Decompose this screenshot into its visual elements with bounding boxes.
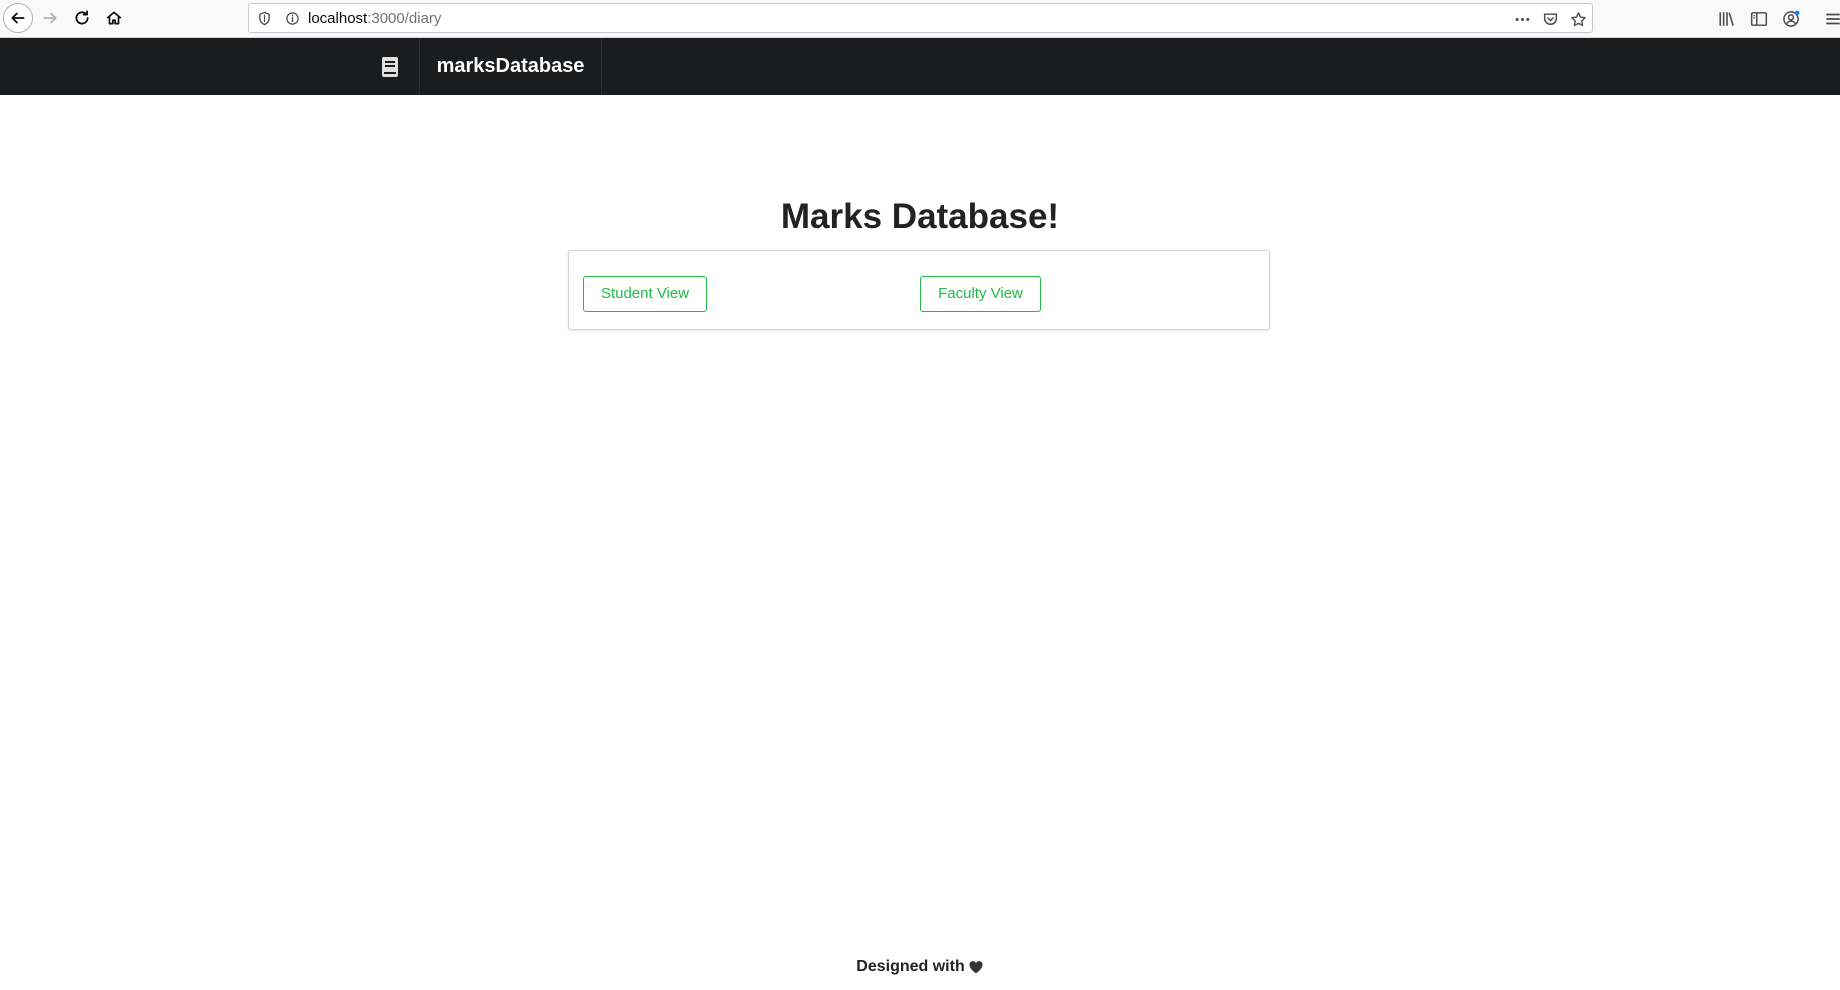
shield-icon[interactable] (256, 10, 272, 26)
reload-icon (75, 10, 89, 25)
app-navbar: marksDatabase (0, 38, 1840, 95)
url-text[interactable]: localhost:3000/diary (308, 10, 441, 28)
bookmark-star-icon[interactable] (1568, 9, 1588, 29)
browser-toolbar: localhost:3000/diary (0, 0, 1840, 38)
home-icon (106, 11, 122, 25)
address-bar[interactable]: localhost:3000/diary (248, 3, 1593, 33)
url-host: localhost (308, 10, 368, 27)
account-icon[interactable] (1780, 8, 1802, 30)
arrow-right-icon (43, 12, 57, 24)
footer: Designed with (0, 955, 1840, 979)
back-button[interactable] (3, 3, 33, 33)
library-icon[interactable] (1716, 8, 1738, 30)
hamburger-menu-icon[interactable] (1822, 8, 1840, 30)
sidebar-toggle-icon[interactable] (1748, 8, 1770, 30)
home-button[interactable] (100, 4, 128, 32)
nav-book-item[interactable] (360, 38, 420, 95)
forward-button[interactable] (36, 4, 64, 32)
book-icon (381, 56, 398, 77)
view-selector-segment: Student View Faculty View (568, 250, 1270, 330)
url-path: :3000/diary (367, 10, 442, 27)
nav-brand-link[interactable]: marksDatabase (420, 38, 602, 95)
footer-text: Designed with (856, 958, 965, 975)
faculty-view-button[interactable]: Faculty View (920, 276, 1041, 312)
more-actions-icon[interactable] (1512, 9, 1532, 29)
student-view-button[interactable]: Student View (583, 276, 707, 312)
heart-icon (968, 959, 984, 975)
pocket-icon[interactable] (1540, 9, 1560, 29)
arrow-left-icon (11, 12, 25, 24)
reload-button[interactable] (68, 4, 96, 32)
info-icon[interactable] (284, 10, 300, 26)
page-title: Marks Database! (780, 197, 1060, 236)
